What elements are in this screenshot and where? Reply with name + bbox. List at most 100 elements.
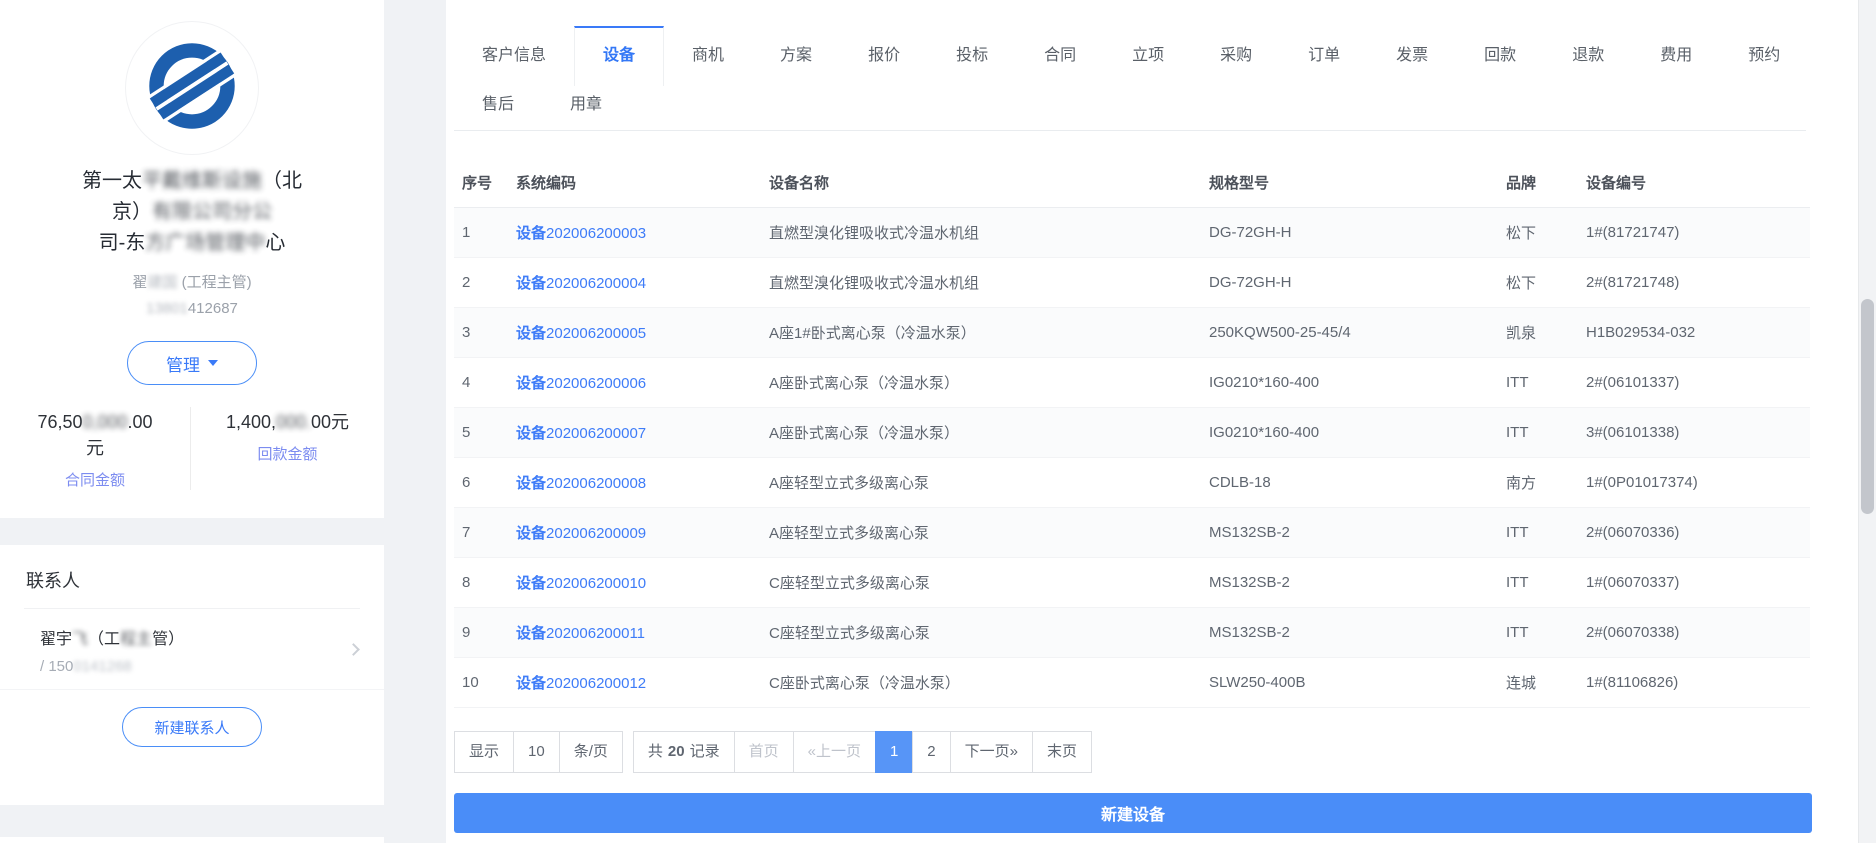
device-code-link[interactable]: 设备202006200009 <box>516 525 646 542</box>
cell-name: A座卧式离心泵（冷温水泵） <box>769 375 960 392</box>
cell-index: 5 <box>462 424 471 441</box>
tab-row-2: 售后 用章 <box>454 86 1806 130</box>
cell-spec: DG-72GH-H <box>1209 224 1292 241</box>
cell-code: 设备202006200003 <box>516 222 769 243</box>
pager-group-gap <box>623 731 633 773</box>
tab-row1-9[interactable]: 订单 <box>1280 26 1368 86</box>
manage-button-label: 管理 <box>166 355 200 375</box>
cell-name: A座轻型立式多级离心泵 <box>769 525 930 542</box>
column-header: 规格型号 <box>1209 175 1270 192</box>
device-code-link[interactable]: 设备202006200010 <box>516 575 646 592</box>
new-device-button[interactable]: 新建设备 <box>454 793 1812 833</box>
device-code-link[interactable]: 设备202006200007 <box>516 425 646 442</box>
page-size-display-label: 显示 <box>454 731 515 773</box>
scrollbar-thumb[interactable] <box>1861 299 1874 514</box>
cell-device_no: 2#(81721748) <box>1586 274 1680 291</box>
cell-spec: CDLB-18 <box>1209 474 1271 491</box>
cell-code: 设备202006200004 <box>516 272 769 293</box>
tab-row1-6[interactable]: 合同 <box>1016 26 1104 86</box>
pagination-bar: 显示 10 条/页共 20 记录 首页 «上一页 1 2 下一页» 末页 <box>454 731 1858 773</box>
table-row: 2 设备202006200004 直燃型溴化锂吸收式冷温水机组 DG-72GH-H 松下… <box>454 258 1810 308</box>
company-avatar <box>126 22 258 154</box>
tab-row1-3[interactable]: 方案 <box>752 26 840 86</box>
device-code-link[interactable]: 设备202006200005 <box>516 325 646 342</box>
cell-name: A座轻型立式多级离心泵 <box>769 475 930 492</box>
tab-row1-10[interactable]: 发票 <box>1368 26 1456 86</box>
cell-brand: ITT <box>1506 574 1529 591</box>
cell-name: 直燃型溴化锂吸收式冷温水机组 <box>769 225 980 242</box>
tab-row1-7[interactable]: 立项 <box>1104 26 1192 86</box>
tab-row1-13[interactable]: 费用 <box>1632 26 1720 86</box>
cell-brand: ITT <box>1506 624 1529 641</box>
page-2-button[interactable]: 2 <box>912 731 951 773</box>
received-amount-link[interactable]: 回款金额 <box>191 443 384 464</box>
device-code-link[interactable]: 设备202006200003 <box>516 225 646 242</box>
tab-row1-5[interactable]: 投标 <box>928 26 1016 86</box>
cell-spec: MS132SB-2 <box>1209 624 1290 641</box>
last-page-button[interactable]: 末页 <box>1031 731 1092 773</box>
contacts-title: 联系人 <box>26 571 80 591</box>
table-row: 10 设备202006200012 C座卧式离心泵（冷温水泵） SLW250-400B… <box>454 658 1810 708</box>
column-header: 品牌 <box>1506 175 1537 192</box>
tab-row1-8[interactable]: 采购 <box>1192 26 1280 86</box>
cell-brand: 连城 <box>1506 675 1537 692</box>
page-1-button[interactable]: 1 <box>874 731 914 773</box>
tab-bar: 客户信息 设备 商机 方案 报价 投标 合同 立项 采购 订单 发票 回款 退款 费用 预约 售后 用章 <box>454 0 1806 131</box>
cell-name: A座卧式离心泵（冷温水泵） <box>769 425 960 442</box>
device-code-link[interactable]: 设备202006200004 <box>516 275 646 292</box>
per-page-label: 条/页 <box>558 731 623 773</box>
tab-row1-0[interactable]: 客户信息 <box>454 26 574 86</box>
customer-summary-panel: 第一太平戴维斯设施（北 京）有限公司分公 司-东方广场管理中心 翟建国 (工程主… <box>0 0 384 518</box>
page-size-select[interactable]: 10 <box>513 731 560 773</box>
received-amount-stat: 1,400,000.00元 回款金额 <box>190 407 384 490</box>
new-contact-button[interactable]: 新建联系人 <box>122 707 262 747</box>
table-header-row: 序号 系统编码 设备名称 规格型号 品牌 设备编号 <box>454 158 1810 208</box>
cell-code: 设备202006200009 <box>516 522 769 543</box>
primary-contact-name: 翟建国 (工程主管) <box>132 274 252 291</box>
tab-row2-0[interactable]: 售后 <box>454 86 542 130</box>
cell-brand: 松下 <box>1506 225 1537 242</box>
tab-row1-12[interactable]: 退款 <box>1544 26 1632 86</box>
cell-spec: IG0210*160-400 <box>1209 424 1320 441</box>
device-code-link[interactable]: 设备202006200011 <box>516 625 645 642</box>
contract-amount-value: 76,500,000.00 元 <box>37 412 153 458</box>
device-code-link[interactable]: 设备202006200012 <box>516 675 646 692</box>
tab-row1-14[interactable]: 预约 <box>1720 26 1808 86</box>
cell-index: 3 <box>462 324 471 341</box>
contract-amount-link[interactable]: 合同金额 <box>0 469 190 490</box>
tab-row1-2[interactable]: 商机 <box>664 26 752 86</box>
cell-spec: SLW250-400B <box>1209 674 1306 691</box>
tab-row1-4[interactable]: 报价 <box>840 26 928 86</box>
contact-name: 翟宇飞（工程主管） <box>40 631 185 648</box>
table-row: 9 设备202006200011 C座轻型立式多级离心泵 MS132SB-2 ITT 2#… <box>454 608 1810 658</box>
cell-device_no: 3#(06101338) <box>1586 424 1680 441</box>
tab-row-1: 客户信息 设备 商机 方案 报价 投标 合同 立项 采购 订单 发票 回款 退款 费用 预约 <box>454 26 1806 86</box>
company-logo-icon <box>144 38 240 139</box>
cell-device_no: 2#(06101337) <box>1586 374 1680 391</box>
contact-list-item[interactable]: 翟宇飞（工程主管） / 1500141268 <box>0 609 384 690</box>
cell-code: 设备202006200007 <box>516 422 769 443</box>
cell-device_no: 1#(0P01017374) <box>1586 474 1698 491</box>
vertical-scrollbar[interactable] <box>1858 0 1876 843</box>
chevron-right-icon <box>347 643 360 656</box>
next-page-button[interactable]: 下一页» <box>949 731 1033 773</box>
tab-row2-1[interactable]: 用章 <box>542 86 630 130</box>
device-code-link[interactable]: 设备202006200008 <box>516 475 646 492</box>
cell-device_no: 1#(06070337) <box>1586 574 1680 591</box>
device-code-link[interactable]: 设备202006200006 <box>516 375 646 392</box>
cell-name: C座轻型立式多级离心泵 <box>769 575 930 592</box>
cell-brand: 凯泉 <box>1506 325 1537 342</box>
cell-spec: DG-72GH-H <box>1209 274 1292 291</box>
first-page-button: 首页 <box>733 731 794 773</box>
cell-spec: MS132SB-2 <box>1209 574 1290 591</box>
cell-brand: 松下 <box>1506 275 1537 292</box>
table-row: 1 设备202006200003 直燃型溴化锂吸收式冷温水机组 DG-72GH-H 松下… <box>454 208 1810 258</box>
manage-button[interactable]: 管理 <box>127 341 257 385</box>
contact-phone: / 1500141268 <box>40 658 132 675</box>
customer-detail-panel: 客户信息 设备 商机 方案 报价 投标 合同 立项 采购 订单 发票 回款 退款 费用 预约 售后 用章 序号… <box>446 0 1858 843</box>
cell-device_no: H1B029534-032 <box>1586 324 1696 341</box>
tab-row1-11[interactable]: 回款 <box>1456 26 1544 86</box>
table-row: 3 设备202006200005 A座1#卧式离心泵（冷温水泵） 250KQW500-… <box>454 308 1810 358</box>
tab-row1-1[interactable]: 设备 <box>574 26 665 86</box>
device-table: 序号 系统编码 设备名称 规格型号 品牌 设备编号 1 设备202006200003 直燃型溴化… <box>454 158 1810 708</box>
